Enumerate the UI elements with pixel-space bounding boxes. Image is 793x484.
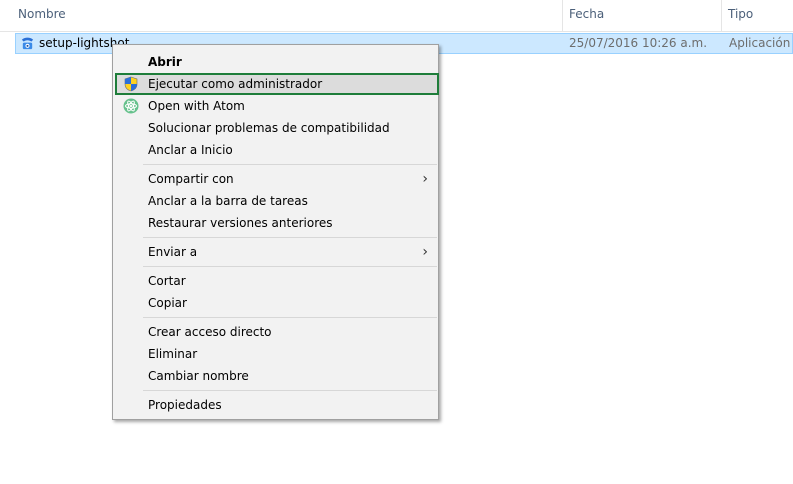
menu-item-rename[interactable]: Cambiar nombre <box>115 365 436 387</box>
menu-item-cut-label: Cortar <box>148 274 186 288</box>
file-type: Aplicación <box>729 36 791 50</box>
uac-shield-icon <box>124 76 138 92</box>
menu-separator <box>143 317 437 318</box>
menu-item-cut[interactable]: Cortar <box>115 270 436 292</box>
menu-separator <box>143 390 437 391</box>
menu-item-rename-label: Cambiar nombre <box>148 369 249 383</box>
menu-item-run-as-admin-label: Ejecutar como administrador <box>148 77 323 91</box>
submenu-chevron-icon: › <box>422 244 428 260</box>
menu-item-open-with-atom[interactable]: Open with Atom <box>115 95 436 117</box>
menu-item-troubleshoot-compatibility[interactable]: Solucionar problemas de compatibilidad <box>115 117 436 139</box>
column-header-name-label: Nombre <box>18 7 66 21</box>
menu-item-pin-to-taskbar[interactable]: Anclar a la barra de tareas <box>115 190 436 212</box>
menu-item-troubleshoot-label: Solucionar problemas de compatibilidad <box>148 121 390 135</box>
context-menu: Abrir Ejecutar como administrador Open w… <box>112 44 439 420</box>
menu-item-restore-previous-versions[interactable]: Restaurar versiones anteriores <box>115 212 436 234</box>
menu-item-open-label: Abrir <box>148 55 182 69</box>
column-header-date-label: Fecha <box>569 7 605 21</box>
menu-item-create-shortcut[interactable]: Crear acceso directo <box>115 321 436 343</box>
column-header-date[interactable]: Fecha <box>563 0 722 31</box>
file-date: 25/07/2016 10:26 a.m. <box>569 36 708 50</box>
column-header-bar: Nombre ^ Fecha Tipo <box>0 0 793 32</box>
menu-item-share-with-label: Compartir con <box>148 172 234 186</box>
menu-separator <box>143 164 437 165</box>
menu-item-open[interactable]: Abrir <box>115 51 436 73</box>
menu-separator <box>143 237 437 238</box>
menu-item-properties[interactable]: Propiedades <box>115 394 436 416</box>
menu-item-send-to[interactable]: Enviar a › <box>115 241 436 263</box>
menu-item-share-with[interactable]: Compartir con › <box>115 168 436 190</box>
menu-item-restore-versions-label: Restaurar versiones anteriores <box>148 216 333 230</box>
menu-item-delete-label: Eliminar <box>148 347 198 361</box>
menu-item-pin-to-start[interactable]: Anclar a Inicio <box>115 139 436 161</box>
menu-separator <box>143 266 437 267</box>
sort-ascending-icon: ^ <box>281 0 290 7</box>
atom-editor-icon <box>123 98 139 114</box>
menu-item-open-with-atom-label: Open with Atom <box>148 99 245 113</box>
menu-item-copy-label: Copiar <box>148 296 187 310</box>
menu-item-copy[interactable]: Copiar <box>115 292 436 314</box>
column-header-type-label: Tipo <box>728 7 754 21</box>
lightshot-app-icon <box>21 37 34 50</box>
menu-item-create-shortcut-label: Crear acceso directo <box>148 325 272 339</box>
menu-item-pin-to-taskbar-label: Anclar a la barra de tareas <box>148 194 308 208</box>
menu-item-properties-label: Propiedades <box>148 398 222 412</box>
menu-item-pin-to-start-label: Anclar a Inicio <box>148 143 233 157</box>
menu-item-send-to-label: Enviar a <box>148 245 198 259</box>
submenu-chevron-icon: › <box>422 171 428 187</box>
column-header-type[interactable]: Tipo <box>722 0 793 31</box>
menu-item-run-as-admin[interactable]: Ejecutar como administrador <box>115 73 439 95</box>
menu-item-delete[interactable]: Eliminar <box>115 343 436 365</box>
